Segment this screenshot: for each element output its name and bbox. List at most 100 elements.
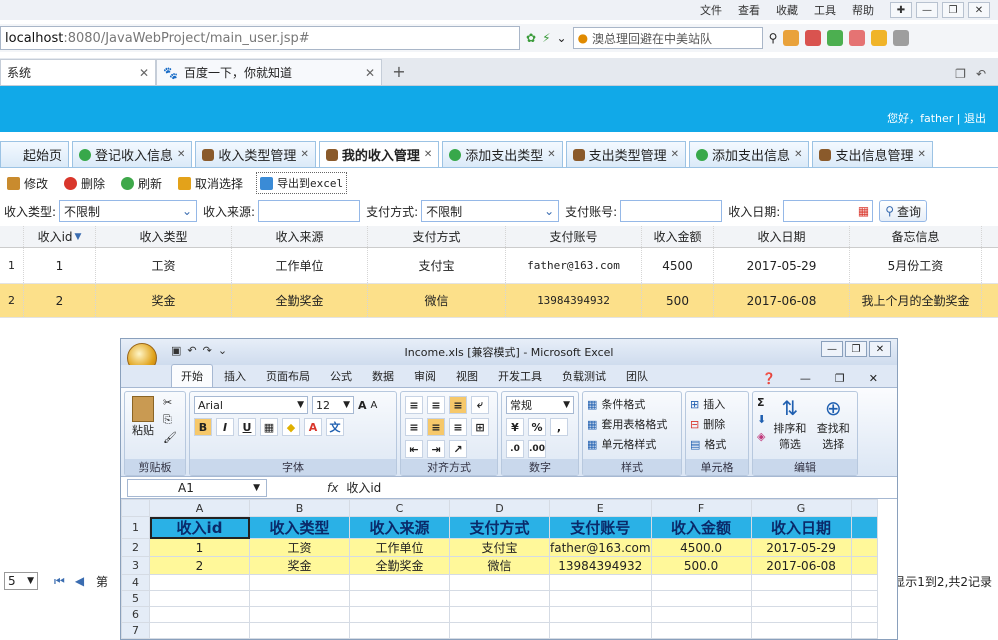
dropdown-icon[interactable]: ⌄: [557, 31, 567, 45]
phonetic-icon[interactable]: 文: [326, 418, 344, 436]
income-source-input[interactable]: [258, 200, 361, 222]
column-header[interactable]: D: [449, 499, 550, 517]
ribbon-tab-load-test[interactable]: 负载测试: [553, 365, 615, 387]
column-header[interactable]: C: [349, 499, 450, 517]
address-bar[interactable]: localhost:8080/JavaWebProject/main_user.…: [0, 26, 520, 50]
table-row[interactable]: 2 2 奖金 全勤奖金 微信 13984394932 500 2017-06-0…: [0, 284, 998, 318]
bold-icon[interactable]: B: [194, 418, 212, 436]
cell[interactable]: 收入来源: [349, 516, 450, 539]
cell[interactable]: 奖金: [249, 556, 350, 575]
close-icon[interactable]: ✕: [671, 149, 679, 160]
cell[interactable]: father@163.com: [549, 538, 652, 557]
cell[interactable]: 工资: [249, 538, 350, 557]
cell[interactable]: 收入类型: [249, 516, 350, 539]
browser-tab-baidu[interactable]: 🐾 百度一下，你就知道 ✕: [156, 59, 382, 85]
column-header[interactable]: 收入类型: [96, 226, 232, 247]
indent-increase-icon[interactable]: ⇥: [427, 440, 445, 458]
menu-help[interactable]: 帮助: [852, 2, 874, 18]
close-icon[interactable]: ✕: [300, 149, 308, 160]
formula-input[interactable]: 收入id: [346, 479, 381, 496]
cell[interactable]: [850, 556, 878, 575]
minimize-icon[interactable]: —: [791, 369, 820, 388]
align-center-icon[interactable]: ≡: [427, 418, 445, 436]
restore-icon[interactable]: ❐: [826, 369, 854, 388]
column-header[interactable]: [850, 499, 878, 517]
column-header[interactable]: 收入日期: [714, 226, 850, 247]
italic-icon[interactable]: I: [216, 418, 234, 436]
translate-icon[interactable]: [849, 30, 866, 46]
cell[interactable]: 1: [149, 538, 250, 557]
column-header[interactable]: F: [650, 499, 752, 517]
close-icon[interactable]: ✕: [860, 369, 887, 388]
close-icon[interactable]: ✕: [365, 66, 375, 80]
insert-cells-button[interactable]: ⊞ 插入: [690, 396, 744, 412]
column-header[interactable]: 支付账号: [506, 226, 642, 247]
font-color-icon[interactable]: A: [304, 418, 322, 436]
cell[interactable]: 微信: [449, 556, 550, 575]
indent-decrease-icon[interactable]: ⇤: [405, 440, 423, 458]
fill-color-icon[interactable]: ◆: [282, 418, 300, 436]
close-icon[interactable]: ✕: [794, 149, 802, 160]
magnifier-icon[interactable]: ⚲: [769, 31, 778, 45]
menu-tools[interactable]: 工具: [814, 2, 836, 18]
cell[interactable]: [850, 538, 878, 557]
cell[interactable]: 支付宝: [449, 538, 550, 557]
column-header[interactable]: E: [549, 499, 652, 517]
tab-register-income[interactable]: 登记收入信息 ✕: [72, 141, 193, 167]
maximize-icon[interactable]: ❐: [942, 2, 964, 18]
close-icon[interactable]: ✕: [869, 341, 891, 357]
border-icon[interactable]: ▦: [260, 418, 278, 436]
help-icon[interactable]: ❓: [753, 369, 785, 388]
pin-icon[interactable]: ✚: [890, 2, 912, 18]
sum-icon[interactable]: Σ: [757, 396, 766, 409]
cell-style-button[interactable]: ▦ 单元格样式: [587, 436, 677, 452]
ribbon-tab-view[interactable]: 视图: [447, 365, 487, 387]
cell[interactable]: 500.0: [650, 556, 752, 575]
grow-font-icon[interactable]: A: [358, 399, 367, 412]
conditional-format-button[interactable]: ▦ 条件格式: [587, 396, 677, 412]
column-header[interactable]: G: [750, 499, 852, 517]
table-row[interactable]: 1 1 工资 工作单位 支付宝 father@163.com 4500 2017…: [0, 248, 998, 284]
cell[interactable]: 4500.0: [650, 538, 752, 557]
game-icon[interactable]: [893, 30, 910, 46]
extension-icon[interactable]: [871, 30, 888, 46]
align-top-icon[interactable]: ≡: [405, 396, 423, 414]
tab-expense-type[interactable]: 支出类型管理 ✕: [565, 141, 687, 167]
cell[interactable]: 收入金额: [650, 516, 752, 539]
fx-icon[interactable]: fx: [327, 481, 338, 495]
delete-button[interactable]: 删除: [61, 173, 108, 194]
comma-icon[interactable]: ,: [550, 418, 568, 436]
column-header[interactable]: 收入id ▼: [24, 226, 96, 247]
minimize-icon[interactable]: —: [916, 2, 938, 18]
row-header[interactable]: 4: [121, 574, 150, 591]
income-type-select[interactable]: 不限制 ⌄: [59, 200, 198, 222]
first-page-icon[interactable]: ⏮: [54, 574, 65, 589]
shield-icon[interactable]: [827, 30, 844, 46]
align-bottom-icon[interactable]: ≡: [449, 396, 467, 414]
cell[interactable]: 收入日期: [750, 516, 852, 539]
income-date-input[interactable]: ▦: [783, 200, 874, 222]
clear-icon[interactable]: ◈: [757, 430, 766, 443]
browser-tab-system[interactable]: 系统 ✕: [0, 59, 156, 85]
prev-page-icon[interactable]: ◀: [75, 574, 84, 588]
tab-add-expense[interactable]: 添加支出信息 ✕: [689, 141, 810, 167]
tab-home[interactable]: 起始页: [0, 141, 70, 167]
logout-link[interactable]: 退出: [964, 112, 986, 125]
merge-icon[interactable]: ⊞: [471, 418, 489, 436]
close-icon[interactable]: ✕: [139, 66, 149, 80]
menu-view[interactable]: 查看: [738, 2, 760, 18]
ribbon-tab-review[interactable]: 审阅: [405, 365, 445, 387]
ribbon-tab-layout[interactable]: 页面布局: [257, 365, 319, 387]
wrap-text-icon[interactable]: ⤶: [471, 396, 489, 414]
tab-add-expense-type[interactable]: 添加支出类型 ✕: [442, 141, 563, 167]
lightning-icon[interactable]: ⚡: [542, 31, 550, 45]
align-right-icon[interactable]: ≡: [449, 418, 467, 436]
sort-filter-button[interactable]: ⇅ 排序和筛选: [770, 396, 809, 452]
export-excel-button[interactable]: 导出到excel: [256, 172, 348, 194]
row-header[interactable]: 5: [121, 590, 150, 607]
row-header[interactable]: 7: [121, 622, 150, 639]
cell[interactable]: 支付账号: [549, 516, 652, 539]
row-header[interactable]: 1: [121, 516, 150, 539]
find-select-button[interactable]: ⊕ 查找和选择: [814, 396, 853, 452]
row-header[interactable]: 2: [121, 538, 150, 557]
